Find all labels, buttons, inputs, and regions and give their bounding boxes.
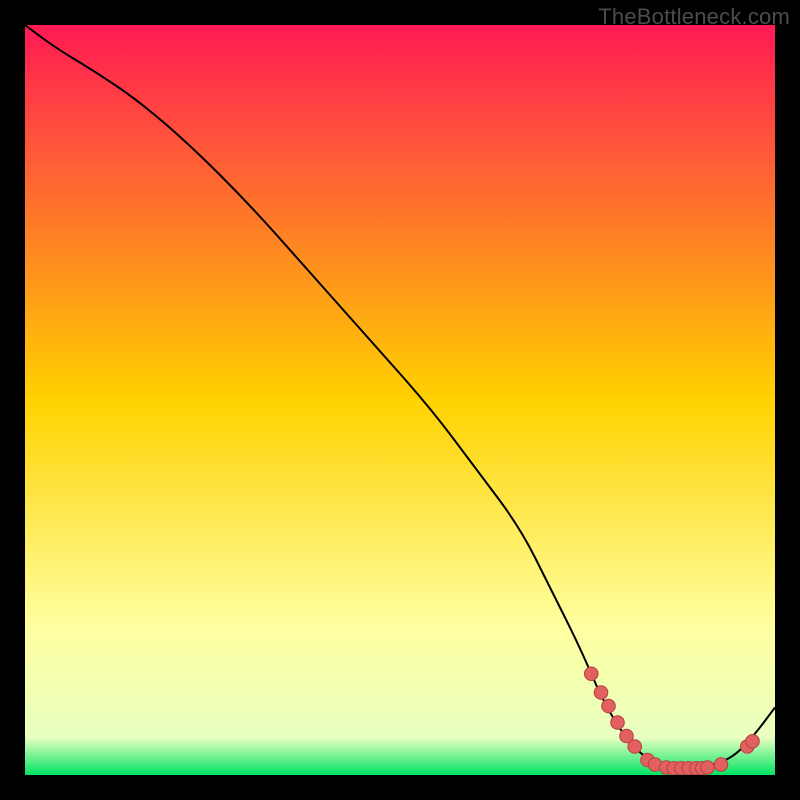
plot-area <box>25 25 775 775</box>
chart-svg <box>25 25 775 775</box>
highlight-dot <box>701 761 715 775</box>
gradient-background <box>25 25 775 775</box>
highlight-dot <box>746 735 760 749</box>
highlight-dot <box>602 699 616 713</box>
highlight-dot <box>628 740 642 754</box>
highlight-dot <box>714 758 728 772</box>
highlight-dot <box>611 716 625 730</box>
chart-frame: TheBottleneck.com <box>0 0 800 800</box>
highlight-dot <box>585 667 599 681</box>
watermark-text: TheBottleneck.com <box>598 4 790 30</box>
highlight-dot <box>594 686 608 700</box>
